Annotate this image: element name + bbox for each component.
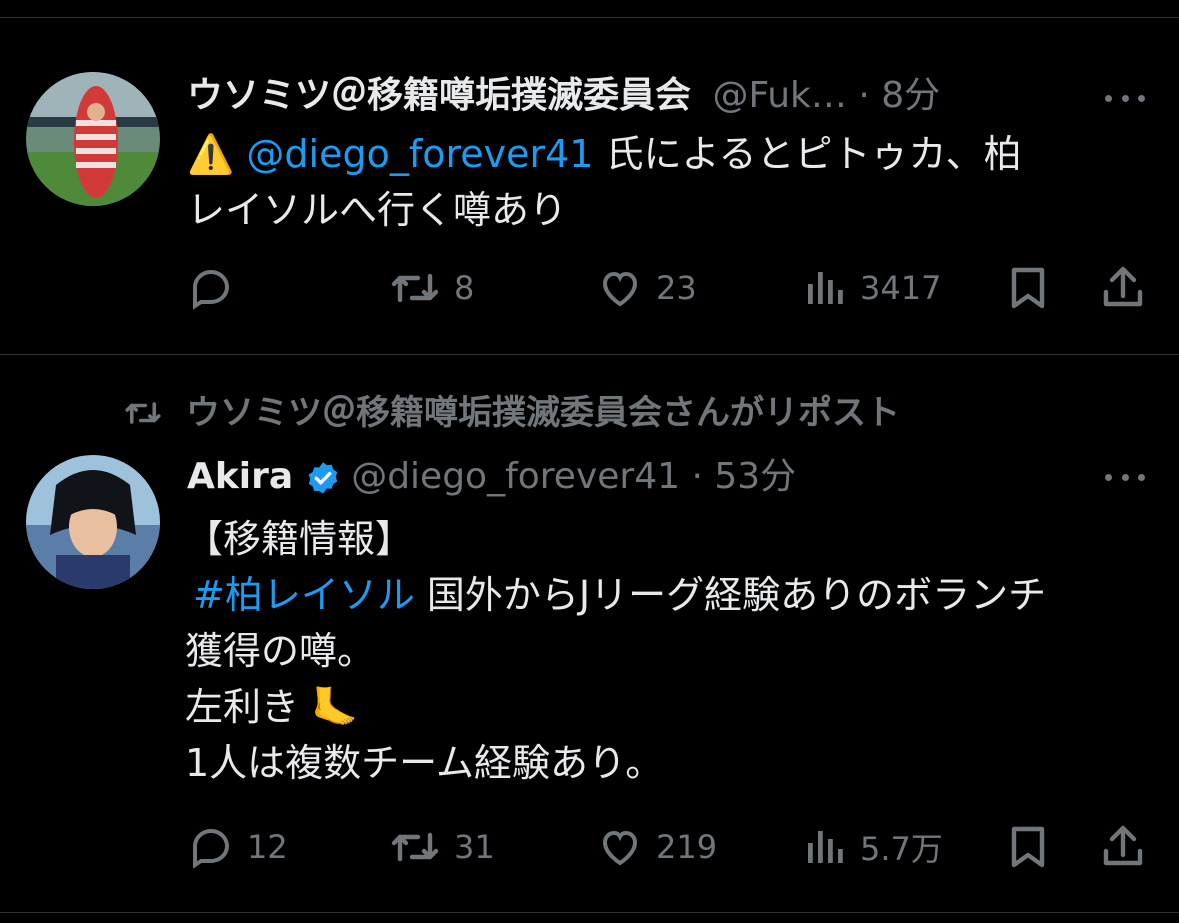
- more-options-button[interactable]: [1105, 467, 1145, 487]
- like-button[interactable]: 23: [596, 258, 697, 318]
- author-handle[interactable]: @Fuk…: [712, 75, 846, 116]
- dot-icon: [1105, 473, 1112, 481]
- share-icon: [1103, 266, 1143, 307]
- tweet-time[interactable]: 53分: [714, 456, 796, 497]
- verified-badge-icon: [308, 462, 338, 494]
- text-line-5: 1人は複数チーム経験あり。: [185, 741, 664, 785]
- bookmark-icon: [1011, 267, 1045, 309]
- views-chart-icon: [808, 831, 843, 863]
- repost-icon: [391, 832, 439, 862]
- like-count: 23: [656, 269, 697, 307]
- tweet-header: Akira @diego_forever41 · 53分: [187, 455, 796, 499]
- action-bar: 12 31 219 5.7万: [0, 817, 1179, 877]
- share-icon: [1103, 825, 1143, 866]
- tweet-header: ウソミツ＠移籍噂垢撲滅委員会 @Fuk… · 8分: [187, 74, 940, 118]
- tweet-2[interactable]: ウソミツ＠移籍噂垢撲滅委員会さんがリポスト Akira @diego_foreve…: [0, 355, 1179, 915]
- tweet-time[interactable]: 8分: [881, 75, 940, 116]
- repost-count: 8: [454, 269, 475, 307]
- hashtag-link[interactable]: #柏レイソル: [193, 573, 415, 617]
- heart-icon: [602, 830, 638, 866]
- reply-icon: [193, 269, 230, 310]
- repost-icon: [125, 402, 161, 424]
- author-name[interactable]: Akira: [187, 456, 293, 497]
- views-chart-icon: [808, 272, 843, 304]
- author-name[interactable]: ウソミツ＠移籍噂垢撲滅委員会: [187, 75, 691, 116]
- bookmark-button[interactable]: [1006, 817, 1050, 877]
- warning-emoji-icon: ⚠️: [187, 132, 235, 176]
- text-line-1: 氏によるとピトゥカ、柏: [593, 132, 1022, 176]
- avatar[interactable]: [26, 72, 160, 206]
- foot-emoji-icon: 🦶: [311, 685, 359, 729]
- bookmark-icon: [1011, 826, 1045, 868]
- mention-link[interactable]: @diego_forever41: [246, 132, 593, 176]
- tweet-text: ⚠️ @diego_forever41 氏によるとピトゥカ、柏 レイソルへ行く噂…: [187, 126, 1139, 238]
- text-line-2: レイソルへ行く噂あり: [187, 188, 568, 232]
- share-button[interactable]: [1100, 258, 1146, 318]
- repost-banner-text: ウソミツ＠移籍噂垢撲滅委員会さんがリポスト: [186, 393, 900, 433]
- dot-icon: [1138, 94, 1145, 102]
- text-line-4: 左利き: [185, 685, 300, 729]
- views-button[interactable]: 5.7万: [800, 817, 943, 877]
- repost-button[interactable]: 31: [388, 817, 495, 877]
- tweet-1[interactable]: ウソミツ＠移籍噂垢撲滅委員会 @Fuk… · 8分 ⚠️ @diego_fore…: [0, 18, 1179, 354]
- avatar[interactable]: [26, 455, 160, 589]
- repost-icon: [391, 273, 439, 303]
- author-handle[interactable]: @diego_forever41: [351, 456, 680, 497]
- bottom-divider: [0, 912, 1179, 913]
- views-button[interactable]: 3417: [800, 258, 941, 318]
- reply-button[interactable]: [187, 258, 247, 318]
- reply-count: 12: [247, 828, 288, 866]
- like-button[interactable]: 219: [596, 817, 717, 877]
- more-options-button[interactable]: [1105, 88, 1145, 108]
- repost-button[interactable]: 8: [388, 258, 474, 318]
- view-count: 5.7万: [860, 830, 943, 868]
- reply-button[interactable]: 12: [187, 817, 288, 877]
- dot-icon: [1121, 473, 1129, 481]
- separator-dot: ·: [691, 456, 703, 497]
- separator-dot: ·: [858, 75, 870, 116]
- share-button[interactable]: [1100, 817, 1146, 877]
- heart-icon: [602, 271, 638, 307]
- repost-banner[interactable]: ウソミツ＠移籍噂垢撲滅委員会さんがリポスト: [120, 391, 900, 435]
- bookmark-button[interactable]: [1006, 258, 1050, 318]
- view-count: 3417: [860, 269, 942, 307]
- tweet-text: 【移籍情報】 #柏レイソル 国外からJリーグ経験ありのボランチ 獲得の噂。 左利…: [185, 511, 1139, 791]
- text-line-3: 獲得の噂。: [185, 629, 376, 673]
- dot-icon: [1105, 94, 1112, 102]
- reply-icon: [193, 828, 230, 869]
- text-line-1: 【移籍情報】: [185, 517, 414, 561]
- action-bar: 8 23 3417: [0, 258, 1179, 318]
- dot-icon: [1138, 473, 1145, 481]
- text-line-2: 国外からJリーグ経験ありのボランチ: [414, 573, 1047, 617]
- like-count: 219: [656, 828, 718, 866]
- repost-count: 31: [454, 828, 495, 866]
- dot-icon: [1121, 94, 1129, 102]
